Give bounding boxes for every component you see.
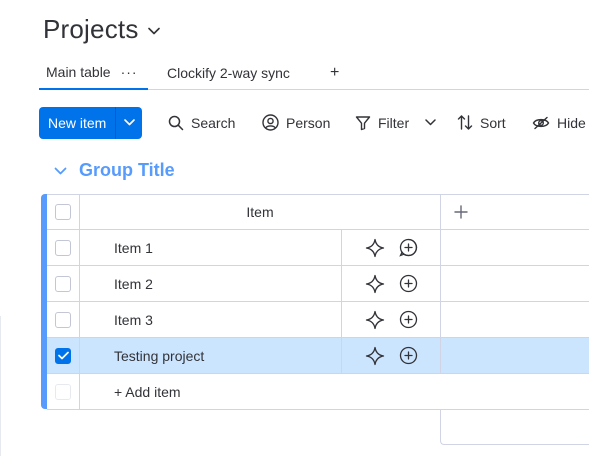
- add-update-icon[interactable]: [399, 310, 418, 329]
- row-empty-cell[interactable]: [441, 230, 589, 265]
- column-header-item[interactable]: Item: [80, 195, 441, 229]
- row-actions: [342, 302, 441, 337]
- add-row-checkbox: [55, 383, 71, 400]
- add-item-input[interactable]: + Add item: [80, 374, 342, 409]
- checkmark-icon: [57, 351, 69, 360]
- table-header-row: Item: [47, 194, 589, 230]
- select-all-cell: [47, 195, 80, 229]
- new-item-button-group: New item: [39, 106, 143, 139]
- sparkle-icon[interactable]: [365, 346, 385, 366]
- add-update-icon[interactable]: [398, 238, 418, 257]
- plus-icon: +: [330, 63, 340, 81]
- row-checkbox[interactable]: [55, 311, 71, 328]
- row-actions: [342, 338, 441, 373]
- row-check-cell: [47, 230, 80, 265]
- person-icon: [262, 114, 279, 131]
- row-checkbox[interactable]: [55, 275, 71, 292]
- group-title[interactable]: Group Title: [79, 160, 175, 181]
- filter-label: Filter: [378, 114, 410, 131]
- table-row-selected[interactable]: Testing project: [47, 338, 589, 374]
- board-title[interactable]: Projects: [43, 14, 139, 45]
- left-panel-edge: [0, 316, 1, 456]
- add-column-button[interactable]: [441, 195, 481, 229]
- sort-button[interactable]: Sort: [457, 107, 506, 139]
- view-tabs: Main table ··· Clockify 2-way sync +: [39, 56, 589, 90]
- table-row[interactable]: Item 2: [47, 266, 589, 302]
- hide-label: Hide: [557, 114, 586, 131]
- tab-menu-icon[interactable]: ···: [121, 64, 138, 80]
- item-name[interactable]: Item 2: [80, 266, 342, 301]
- person-label: Person: [286, 114, 331, 131]
- filter-button[interactable]: Filter: [355, 107, 436, 139]
- filter-icon: [355, 115, 371, 130]
- row-check-cell: [47, 266, 80, 301]
- add-update-icon[interactable]: [399, 346, 418, 365]
- chevron-down-icon[interactable]: [54, 167, 67, 175]
- sort-label: Sort: [480, 114, 506, 131]
- new-item-button[interactable]: New item: [39, 106, 117, 139]
- row-actions: [342, 266, 441, 301]
- item-name[interactable]: Item 1: [80, 230, 342, 265]
- select-all-checkbox[interactable]: [55, 204, 71, 220]
- group-table: Item Item 1 Item 2 Item 3 Testing projec…: [41, 194, 589, 410]
- person-filter-button[interactable]: Person: [262, 107, 330, 139]
- new-item-dropdown[interactable]: [116, 107, 142, 139]
- chevron-down-icon[interactable]: [425, 119, 436, 126]
- tab-main-table[interactable]: Main table ···: [39, 56, 148, 90]
- row-checkbox[interactable]: [55, 239, 71, 256]
- row-check-cell: [47, 338, 80, 373]
- item-name[interactable]: Item 3: [80, 302, 342, 337]
- search-icon: [168, 115, 184, 130]
- table-row[interactable]: Item 1: [47, 230, 589, 266]
- sparkle-icon[interactable]: [365, 238, 385, 258]
- add-update-icon[interactable]: [399, 274, 418, 293]
- table-row[interactable]: Item 3: [47, 302, 589, 338]
- plus-icon: [454, 205, 468, 219]
- sparkle-icon[interactable]: [365, 310, 385, 330]
- item-name[interactable]: Testing project: [80, 338, 342, 373]
- row-checkbox-checked[interactable]: [55, 347, 71, 364]
- row-check-cell: [47, 302, 80, 337]
- column-footer-outline: [440, 410, 589, 445]
- empty-header-cell: [481, 195, 589, 229]
- hide-button[interactable]: Hide: [532, 107, 586, 139]
- sort-icon: [457, 115, 473, 130]
- chevron-down-icon: [124, 119, 135, 126]
- sparkle-icon[interactable]: [365, 274, 385, 294]
- row-empty-cell[interactable]: [441, 338, 589, 373]
- search-button[interactable]: Search: [168, 107, 235, 139]
- tab-clockify-sync[interactable]: Clockify 2-way sync: [160, 56, 297, 89]
- board-header: Projects: [43, 14, 161, 45]
- add-view-button[interactable]: +: [323, 56, 346, 89]
- add-item-row[interactable]: + Add item: [47, 374, 589, 410]
- board-toolbar: New item Search Person Filter Sort Hide: [39, 106, 589, 139]
- add-row-empty: [342, 374, 589, 409]
- add-row-check-cell: [47, 374, 80, 409]
- row-empty-cell[interactable]: [441, 266, 589, 301]
- eye-off-icon: [532, 116, 550, 129]
- row-actions: [342, 230, 441, 265]
- row-empty-cell[interactable]: [441, 302, 589, 337]
- search-label: Search: [191, 114, 236, 131]
- tab-label: Main table: [46, 64, 111, 80]
- tab-label: Clockify 2-way sync: [167, 64, 290, 81]
- chevron-down-icon[interactable]: [147, 24, 161, 38]
- group-header: Group Title: [54, 160, 175, 181]
